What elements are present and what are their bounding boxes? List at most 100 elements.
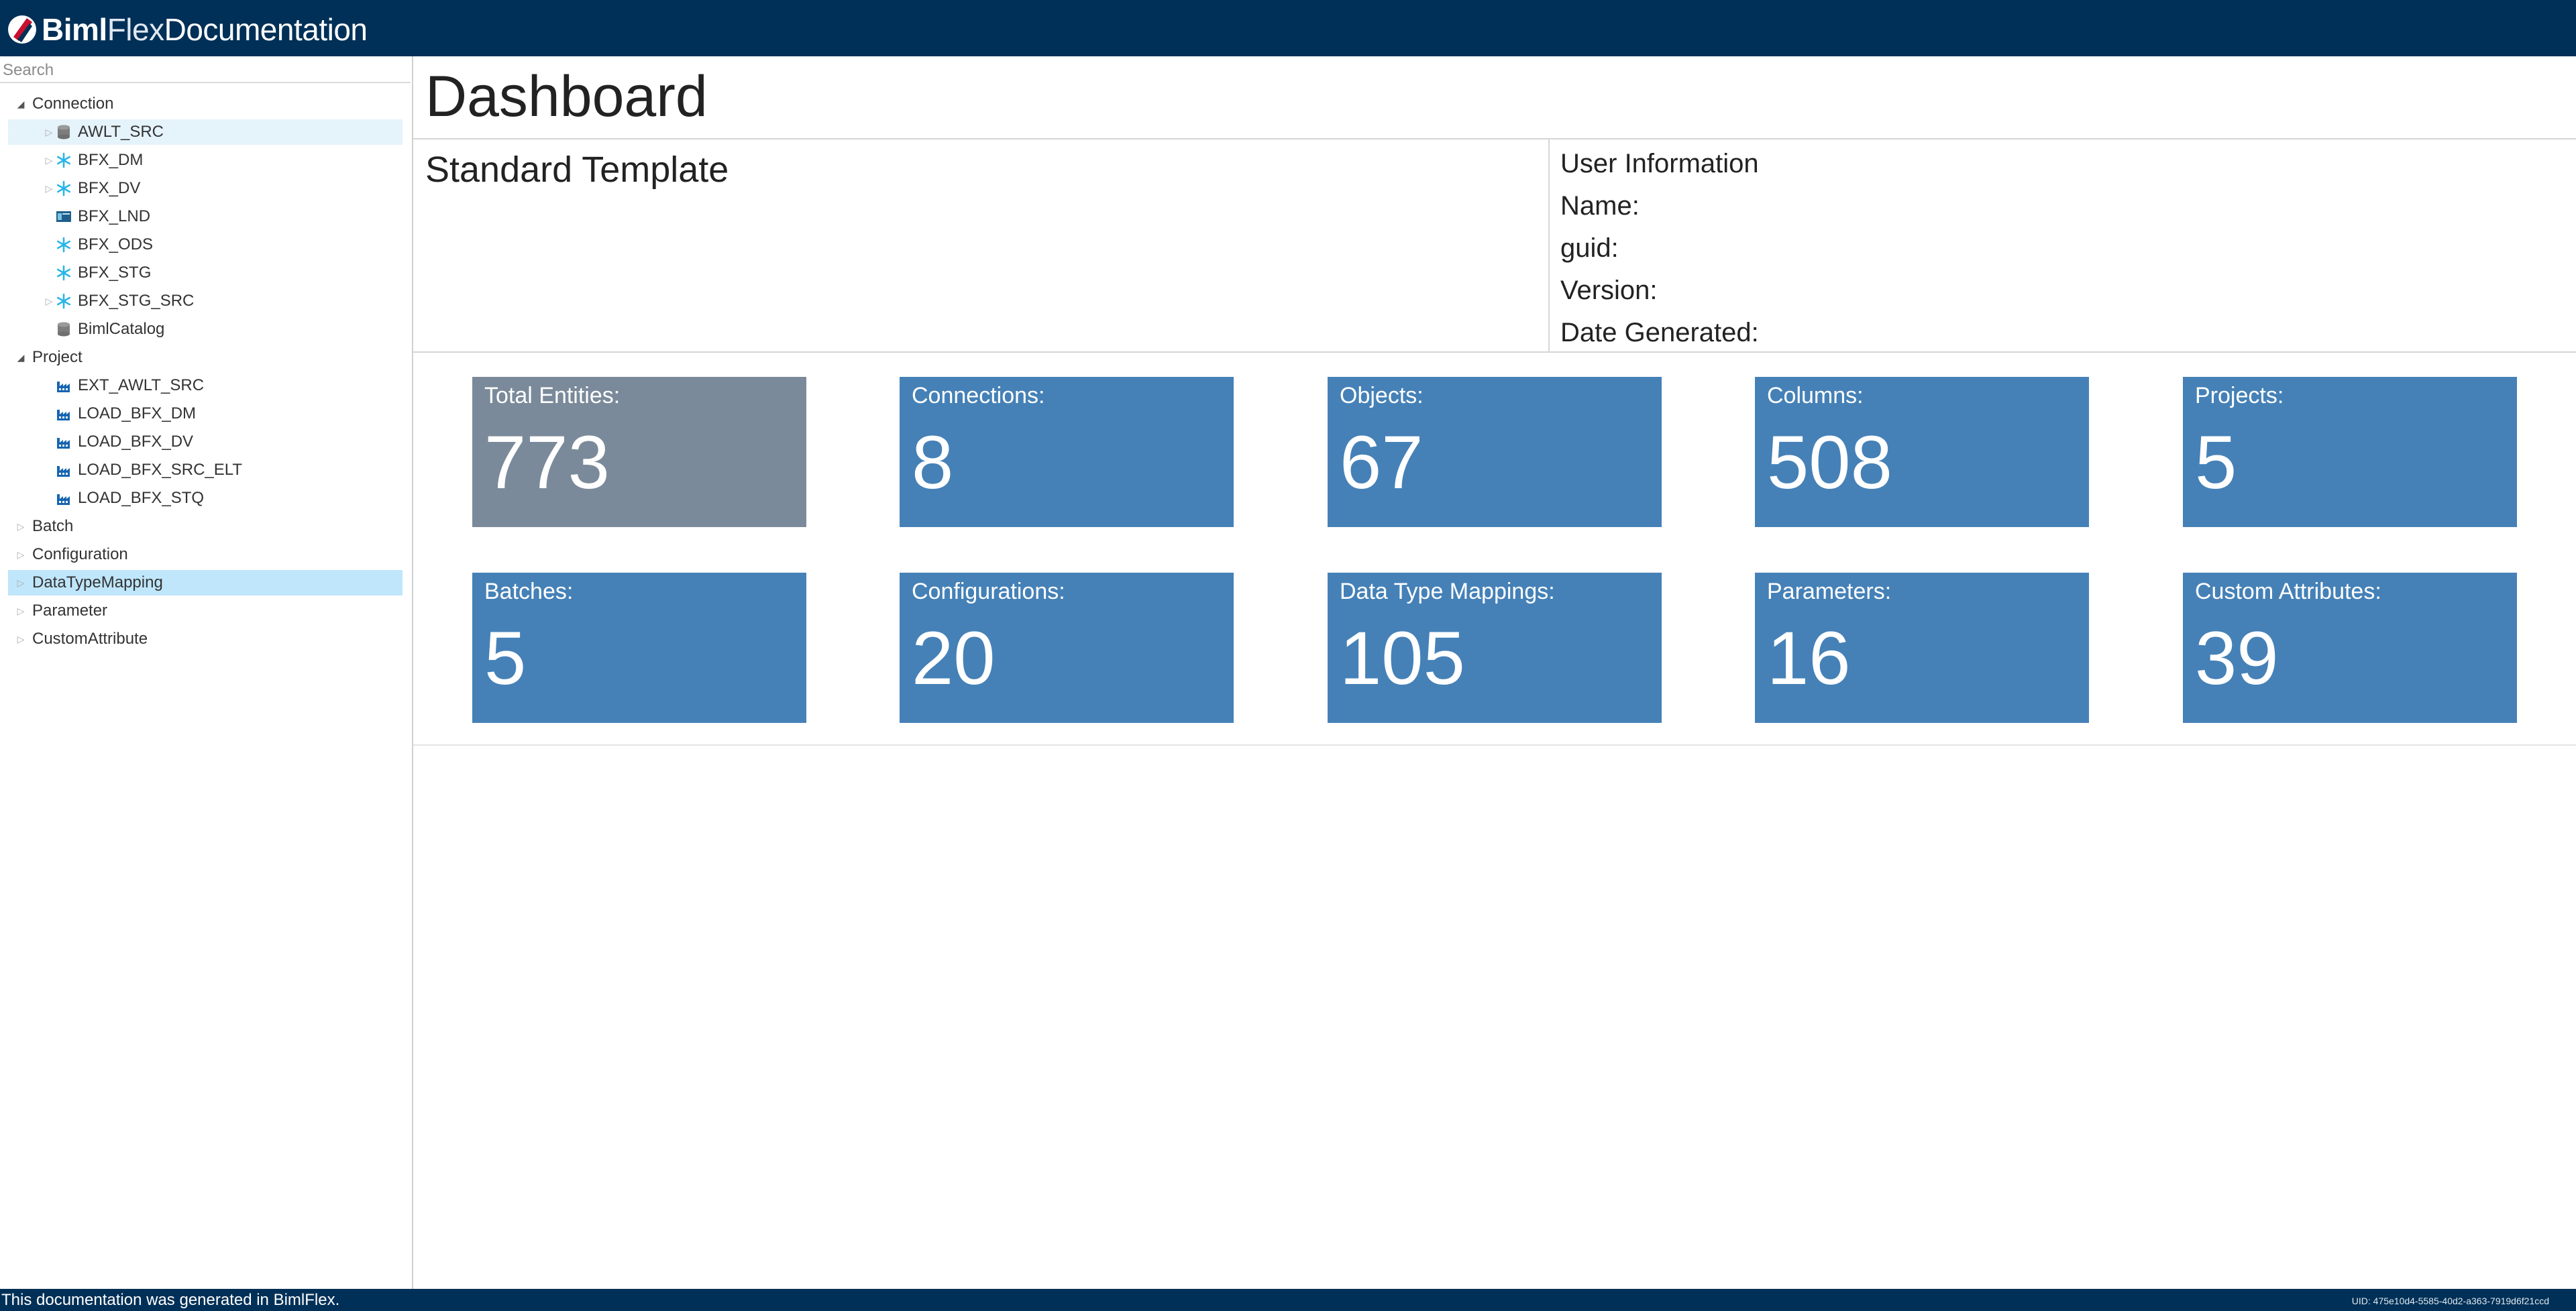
- collapsed-arrow-icon[interactable]: ▷: [43, 183, 55, 194]
- factory-icon: [55, 461, 72, 479]
- stat-value: 20: [912, 616, 996, 700]
- user-information: User Information Name: guid: Version: Da…: [1560, 145, 1759, 356]
- factory-icon: [55, 433, 72, 451]
- storage-icon: [55, 208, 72, 225]
- collapsed-arrow-icon[interactable]: ▷: [43, 296, 55, 307]
- tree-item[interactable]: BFX_LND: [8, 204, 402, 229]
- collapsed-arrow-icon[interactable]: ▷: [43, 155, 55, 166]
- tree-item[interactable]: LOAD_BFX_DM: [8, 401, 402, 426]
- collapsed-arrow-icon[interactable]: ▷: [15, 577, 27, 589]
- database-icon: [55, 123, 72, 141]
- tree-item[interactable]: ▷ CustomAttribute: [8, 626, 402, 652]
- tree-item[interactable]: LOAD_BFX_SRC_ELT: [8, 457, 402, 483]
- stat-tile[interactable]: Data Type Mappings: 105: [1328, 573, 1662, 723]
- tree-item[interactable]: BimlCatalog: [8, 317, 402, 342]
- tree-item-label: BFX_DV: [78, 179, 141, 197]
- main-content: Dashboard Standard Template User Informa…: [413, 56, 2576, 1289]
- tree-item-label: LOAD_BFX_SRC_ELT: [78, 461, 242, 479]
- stat-value: 773: [484, 420, 610, 504]
- info-panel: Standard Template User Information Name:…: [413, 139, 2576, 353]
- tree-item[interactable]: ◢ Connection: [8, 91, 402, 117]
- stat-tile[interactable]: Parameters: 16: [1755, 573, 2089, 723]
- stat-label: Total Entities:: [484, 383, 621, 408]
- stat-value: 16: [1767, 616, 1851, 700]
- app-header: BimlFlexDocumentation: [0, 0, 2576, 56]
- snowflake-icon: [55, 180, 72, 197]
- stat-label: Custom Attributes:: [2195, 579, 2381, 604]
- collapsed-arrow-icon[interactable]: ▷: [15, 521, 27, 532]
- tree-item[interactable]: EXT_AWLT_SRC: [8, 373, 402, 398]
- tree-item-label: BFX_ODS: [78, 235, 154, 253]
- tree-item[interactable]: ▷ BFX_DV: [8, 176, 402, 201]
- date-generated-label: Date Generated:: [1560, 318, 1759, 347]
- stat-label: Columns:: [1767, 383, 1864, 408]
- expand-arrow-icon[interactable]: ◢: [15, 352, 27, 363]
- bimlflex-logo-icon: [8, 15, 36, 44]
- tree-item-label: BFX_DM: [78, 151, 144, 169]
- divider: [1548, 139, 1550, 353]
- tree-item[interactable]: ▷ Configuration: [8, 542, 402, 567]
- collapsed-arrow-icon[interactable]: ▷: [15, 549, 27, 561]
- tree-item-label: Project: [32, 348, 83, 366]
- stat-label: Objects:: [1340, 383, 1424, 408]
- search-input[interactable]: [0, 59, 411, 83]
- tree-item[interactable]: LOAD_BFX_STQ: [8, 486, 402, 511]
- user-info-heading: User Information: [1560, 149, 1759, 178]
- snowflake-icon: [55, 152, 72, 169]
- stat-tile[interactable]: Configurations: 20: [900, 573, 1234, 723]
- tree-item-label: CustomAttribute: [32, 630, 148, 648]
- stat-label: Configurations:: [912, 579, 1065, 604]
- tree-item[interactable]: BFX_ODS: [8, 232, 402, 258]
- stat-value: 67: [1340, 420, 1424, 504]
- stat-tile[interactable]: Columns: 508: [1755, 377, 2089, 527]
- tree-item-label: LOAD_BFX_DV: [78, 433, 194, 451]
- stat-tile[interactable]: Projects: 5: [2183, 377, 2517, 527]
- app-logo[interactable]: BimlFlexDocumentation: [7, 9, 368, 50]
- user-name-label: Name:: [1560, 191, 1640, 221]
- factory-icon: [55, 405, 72, 422]
- user-guid-label: guid:: [1560, 233, 1619, 263]
- snowflake-icon: [55, 292, 72, 310]
- tree-item-label: LOAD_BFX_STQ: [78, 489, 205, 507]
- tree-item[interactable]: ▷ BFX_DM: [8, 148, 402, 173]
- tree-item[interactable]: ▷ Batch: [8, 514, 402, 539]
- divider: [413, 744, 2576, 746]
- stat-tile[interactable]: Custom Attributes: 39: [2183, 573, 2517, 723]
- snowflake-icon: [55, 264, 72, 282]
- tree-item[interactable]: ▷ Parameter: [8, 598, 402, 624]
- tree-item-label: EXT_AWLT_SRC: [78, 376, 205, 394]
- tree-item-label: BFX_STG: [78, 264, 152, 282]
- expand-arrow-icon[interactable]: ◢: [15, 99, 27, 110]
- tree-item-label: Batch: [32, 517, 74, 535]
- tree-item[interactable]: ▷ BFX_STG_SRC: [8, 288, 402, 314]
- stat-tile[interactable]: Total Entities: 773: [472, 377, 806, 527]
- stat-value: 39: [2195, 616, 2279, 700]
- collapsed-arrow-icon[interactable]: ▷: [15, 606, 27, 617]
- factory-icon: [55, 377, 72, 394]
- tree-item[interactable]: ▷ AWLT_SRC: [8, 119, 402, 145]
- tree-item[interactable]: ◢ Project: [8, 345, 402, 370]
- stat-tile[interactable]: Objects: 67: [1328, 377, 1662, 527]
- collapsed-arrow-icon[interactable]: ▷: [15, 634, 27, 645]
- template-name: Standard Template: [425, 150, 729, 190]
- stat-label: Data Type Mappings:: [1340, 579, 1555, 604]
- stat-value: 8: [912, 420, 954, 504]
- database-icon: [55, 321, 72, 338]
- app-footer: This documentation was generated in Biml…: [0, 1289, 2576, 1311]
- tree-item[interactable]: BFX_STG: [8, 260, 402, 286]
- stat-tile[interactable]: Batches: 5: [472, 573, 806, 723]
- tree-item-label: AWLT_SRC: [78, 123, 164, 141]
- app-title: BimlFlexDocumentation: [42, 12, 368, 47]
- tree-item-label: BFX_LND: [78, 207, 151, 225]
- stat-tile[interactable]: Connections: 8: [900, 377, 1234, 527]
- tree-item-label: LOAD_BFX_DM: [78, 404, 197, 422]
- stat-label: Projects:: [2195, 383, 2284, 408]
- tree-item-label: Configuration: [32, 545, 128, 563]
- tree-item[interactable]: ▷ DataTypeMapping: [8, 570, 402, 595]
- stat-value: 5: [2195, 420, 2237, 504]
- collapsed-arrow-icon[interactable]: ▷: [43, 127, 55, 138]
- tree-item[interactable]: LOAD_BFX_DV: [8, 429, 402, 455]
- stat-label: Connections:: [912, 383, 1045, 408]
- sidebar: ◢ Connection ▷ AWLT_SRC ▷ BFX_DM ▷ BFX_DV BFX_LN…: [0, 56, 413, 1289]
- footer-text: This documentation was generated in Biml…: [1, 1291, 340, 1309]
